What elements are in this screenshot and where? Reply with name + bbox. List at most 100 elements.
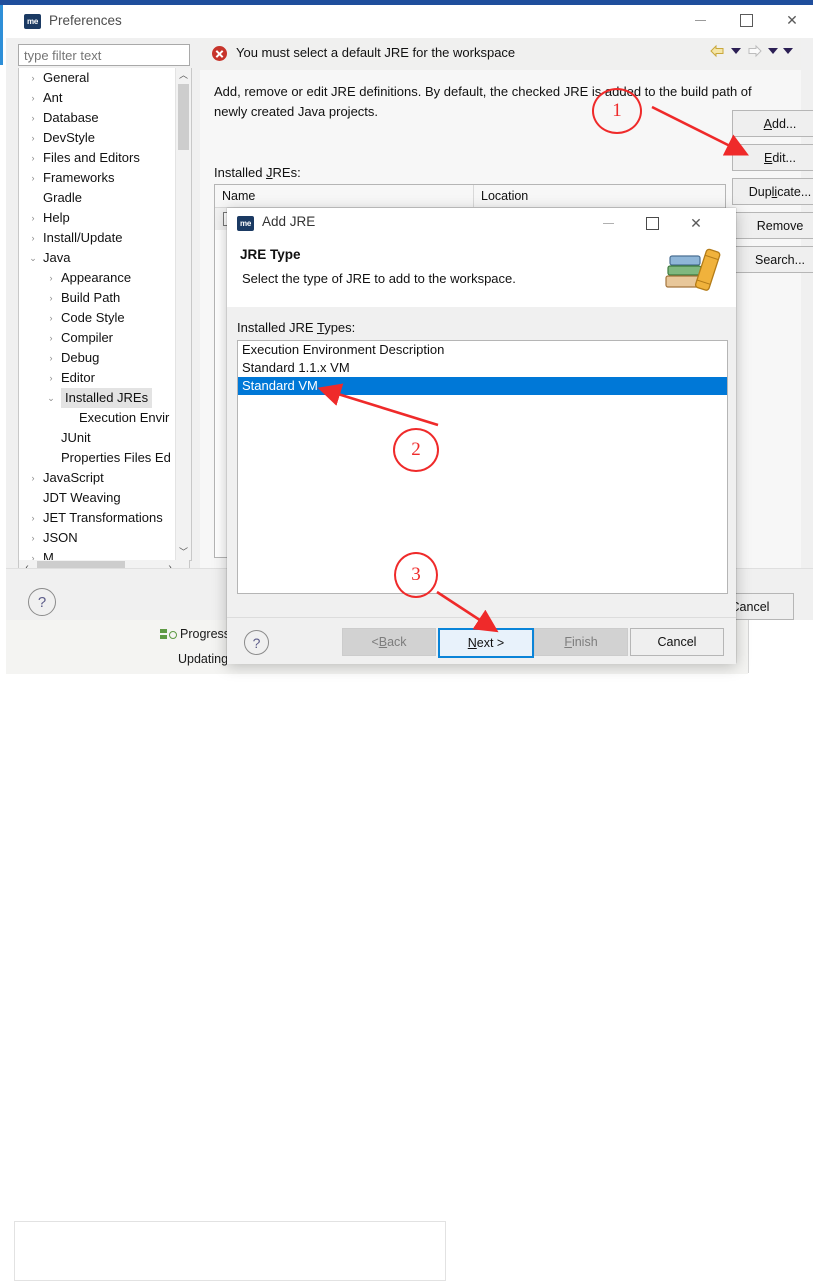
minimize-icon[interactable] [677,5,723,36]
maximize-icon[interactable] [723,5,769,36]
sidebar-item-label: JavaScript [43,470,104,485]
sidebar-item-jdt-weaving[interactable]: JDT Weaving [19,488,191,508]
back-arrow-icon[interactable] [709,44,726,58]
chevron-right-icon[interactable]: › [27,68,39,88]
books-icon [664,246,726,300]
btn-pre: S [754,252,764,267]
error-message: You must select a default JRE for the wo… [236,45,516,60]
chevron-right-icon[interactable]: › [45,268,57,288]
chevron-right-icon[interactable]: › [27,168,39,188]
btn-post: dd... [772,116,797,131]
help-icon[interactable]: ? [28,588,56,616]
chevron-down-icon[interactable]: ⌄ [45,388,57,408]
sidebar-item-junit[interactable]: JUnit [19,428,191,448]
chevron-right-icon[interactable]: › [45,308,57,328]
sidebar-item-gradle[interactable]: Gradle [19,188,191,208]
dialog-help-icon[interactable]: ? [244,630,269,655]
next-button[interactable]: Next > [438,628,534,658]
sidebar-item-build-path[interactable]: › Build Path [19,288,191,308]
chevron-right-icon[interactable]: › [27,528,39,548]
duplicate-button[interactable]: Dup li cate... [732,178,813,205]
edit-button[interactable]: Edit... [732,144,813,171]
sidebar-item-execution-envir[interactable]: Execution Envir [19,408,191,428]
dialog-maximize-icon[interactable] [630,208,674,238]
label-part: ypes: [324,320,356,335]
btn-post: earch... [763,252,806,267]
message-bar: You must select a default JRE for the wo… [200,38,801,71]
sidebar-item-json[interactable]: › JSON [19,528,191,548]
sidebar-item-install-update[interactable]: › Install/Update [19,228,191,248]
tree-vertical-scrollbar[interactable]: ︿ ﹀ [175,68,191,560]
sidebar-item-help[interactable]: › Help [19,208,191,228]
list-item[interactable]: Standard 1.1.x VM [238,359,727,377]
chevron-down-icon[interactable]: ⌄ [27,248,39,268]
navigation-history-buttons[interactable] [709,44,793,58]
forward-arrow-icon[interactable] [746,44,763,58]
sidebar-item-devstyle[interactable]: › DevStyle [19,128,191,148]
dialog-close-icon[interactable]: ✕ [674,208,718,238]
back-dropdown-icon[interactable] [731,48,741,54]
chevron-right-icon[interactable]: › [45,368,57,388]
remove-button[interactable]: Remove [732,212,813,239]
sidebar-item-editor[interactable]: › Editor [19,368,191,388]
chevron-right-icon[interactable]: › [45,288,57,308]
btn-pre: Cancel [657,635,697,649]
dialog-title-bar: me Add JRE ✕ [227,208,736,238]
btn-post: dit... [772,150,796,165]
btn-pre: R [756,218,766,233]
ide-accent-bar [0,5,3,65]
table-header: Name Location [215,185,725,208]
sidebar-item-label: Ant [43,90,63,105]
sidebar-item-properties-files-ed[interactable]: Properties Files Ed [19,448,191,468]
sidebar-item-label: Execution Envir [79,410,170,425]
sidebar-item-label: Help [43,210,70,225]
menu-dropdown-icon[interactable] [783,48,793,54]
chevron-right-icon[interactable]: › [27,88,39,108]
progress-view-tab[interactable]: Progress [160,627,230,641]
sidebar-item-label: Gradle [43,190,83,205]
forward-dropdown-icon[interactable] [768,48,778,54]
sidebar-item-javascript[interactable]: › JavaScript [19,468,191,488]
sidebar-item-java[interactable]: ⌄ Java [19,248,191,268]
chevron-right-icon[interactable]: › [27,108,39,128]
scroll-up-icon[interactable]: ︿ [176,68,191,83]
chevron-right-icon[interactable]: › [27,508,39,528]
column-header-location[interactable]: Location [473,185,725,207]
add-button[interactable]: Add... [732,110,813,137]
search-button[interactable]: Search... [732,246,813,273]
sidebar-item-jet-transformations[interactable]: › JET Transformations [19,508,191,528]
dialog-subheading: Select the type of JRE to add to the wor… [242,271,516,286]
dialog-heading: JRE Type [240,247,301,262]
chevron-right-icon[interactable]: › [27,468,39,488]
jre-type-list[interactable]: Execution Environment Description Standar… [237,340,728,594]
sidebar-item-database[interactable]: › Database [19,108,191,128]
cancel-button[interactable]: Cancel [630,628,724,656]
sidebar-item-label: General [43,70,90,85]
search-input[interactable] [18,44,190,66]
chevron-right-icon[interactable]: › [27,228,39,248]
preferences-tree[interactable]: › General › Ant › Database › DevStyle › Files and… [18,68,192,561]
sidebar-item-code-style[interactable]: › Code Style [19,308,191,328]
dialog-minimize-icon[interactable] [586,208,630,238]
chevron-right-icon[interactable]: › [27,148,39,168]
scroll-down-icon[interactable]: ﹀ [176,545,191,560]
list-item[interactable]: Execution Environment Description [238,341,727,359]
app-badge-icon: me [24,14,41,29]
close-icon[interactable]: ✕ [769,5,813,36]
sidebar-item-debug[interactable]: › Debug [19,348,191,368]
sidebar-item-compiler[interactable]: › Compiler [19,328,191,348]
sidebar-item-files-and-editors[interactable]: › Files and Editors [19,148,191,168]
btn-mnemonic: F [564,635,572,649]
list-item[interactable]: Standard VM [238,377,727,395]
chevron-right-icon[interactable]: › [45,348,57,368]
sidebar-item-installed-jres[interactable]: ⌄ Installed JREs [19,388,191,408]
sidebar-item-general[interactable]: › General [19,68,191,88]
sidebar-item-ant[interactable]: › Ant [19,88,191,108]
chevron-right-icon[interactable]: › [27,128,39,148]
column-header-name[interactable]: Name [215,185,480,207]
chevron-right-icon[interactable]: › [45,328,57,348]
chevron-right-icon[interactable]: › [27,208,39,228]
sidebar-item-appearance[interactable]: › Appearance [19,268,191,288]
sidebar-item-frameworks[interactable]: › Frameworks [19,168,191,188]
scrollbar-thumb[interactable] [178,84,189,150]
